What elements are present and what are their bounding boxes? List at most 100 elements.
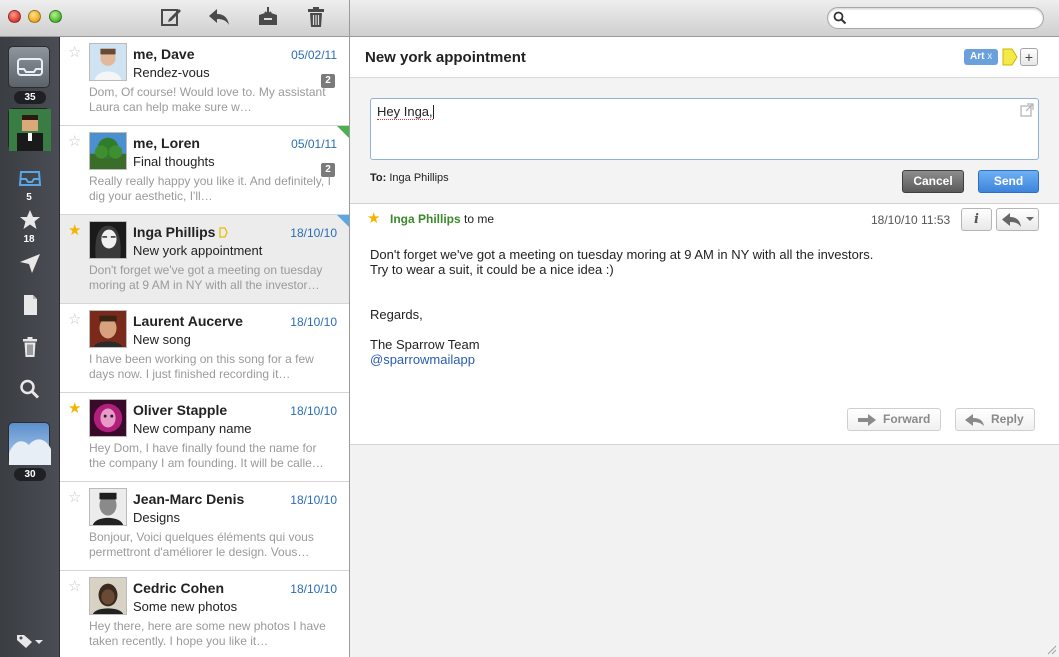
avatar xyxy=(89,43,127,81)
inbox-folder[interactable] xyxy=(18,168,42,190)
sent-folder[interactable] xyxy=(18,252,42,274)
body-regards: Regards, xyxy=(370,307,423,322)
message-subject: New song xyxy=(133,332,191,347)
text-caret xyxy=(433,105,434,119)
star-toggle[interactable]: ☆ xyxy=(68,45,81,60)
reply-icon xyxy=(965,414,984,426)
reply-menu-button[interactable] xyxy=(996,208,1039,231)
label-corner xyxy=(337,215,349,227)
inbox-icon xyxy=(18,171,42,186)
add-label-button[interactable]: + xyxy=(1020,48,1038,66)
message-sender: Oliver Stapple xyxy=(133,402,228,418)
message-date: 05/02/11 xyxy=(291,48,337,62)
cancel-button[interactable]: Cancel xyxy=(902,170,964,193)
sender-name: Inga Phillips xyxy=(133,224,216,240)
list-item[interactable]: ★ Oliver Stapple 18/10/10 New company na… xyxy=(60,393,349,482)
star-toggle[interactable]: ★ xyxy=(68,223,81,238)
close-window-button[interactable] xyxy=(8,10,21,23)
message-subject: Final thoughts xyxy=(133,154,215,169)
sender-name[interactable]: Inga Phillips xyxy=(390,212,461,226)
message-body: Don't forget we've got a meeting on tues… xyxy=(370,247,1030,367)
list-item[interactable]: ☆ me, Dave 05/02/11 Rendez-vous 2 Dom, O… xyxy=(60,37,349,126)
message-subject: Designs xyxy=(133,510,180,525)
starred-folder[interactable] xyxy=(18,209,42,231)
list-item-selected[interactable]: ★ Inga Phillips 18/10/10 New york appoin… xyxy=(60,215,349,304)
info-button[interactable]: i xyxy=(961,208,992,231)
list-item[interactable]: ☆ Jean-Marc Denis 18/10/10 Designs Bonjo… xyxy=(60,482,349,571)
pane-divider[interactable] xyxy=(349,0,350,657)
search-field[interactable] xyxy=(827,7,1044,29)
body-signature: The Sparrow Team xyxy=(370,337,480,352)
to-value: Inga Phillips xyxy=(389,172,449,184)
label-tag[interactable]: Art x xyxy=(964,49,999,65)
reply-text-content: Hey Inga, xyxy=(377,104,433,119)
message-preview: I have been working on this song for a f… xyxy=(89,352,314,381)
message-preview: Hey Dom, I have finally found the name f… xyxy=(89,441,324,470)
mailbox-icon xyxy=(17,58,43,76)
message-date: 18/10/10 xyxy=(290,493,337,507)
star-icon xyxy=(20,210,40,229)
message-subject: New company name xyxy=(133,421,252,436)
mail-account-1[interactable] xyxy=(8,46,50,88)
message-list: ☆ me, Dave 05/02/11 Rendez-vous 2 Dom, O… xyxy=(60,37,349,657)
label-remove-button[interactable]: x xyxy=(987,51,992,62)
list-item[interactable]: ☆ Cedric Cohen 18/10/10 Some new photos … xyxy=(60,571,349,657)
avatar xyxy=(89,488,127,526)
message-sender: me, Loren xyxy=(133,135,200,151)
search-input[interactable] xyxy=(850,10,1035,26)
starred-count: 18 xyxy=(23,234,35,245)
list-item[interactable]: ☆ me, Loren 05/01/11 Final thoughts 2 Re… xyxy=(60,126,349,215)
tag-menu-button[interactable] xyxy=(16,633,44,649)
mail-account-2[interactable] xyxy=(8,108,51,151)
trash-icon xyxy=(308,7,324,27)
message-subject: Rendez-vous xyxy=(133,65,210,80)
send-button[interactable]: Send xyxy=(978,170,1039,193)
tag-flag-icon[interactable] xyxy=(1002,48,1018,66)
message-preview: Don't forget we've got a meeting on tues… xyxy=(89,263,323,292)
reply-textarea[interactable]: Hey Inga, xyxy=(370,98,1039,160)
star-toggle[interactable]: ★ xyxy=(367,209,380,227)
mail-account-3[interactable] xyxy=(8,422,51,465)
trash-folder[interactable] xyxy=(18,336,42,358)
message-sender: Cedric Cohen xyxy=(133,580,225,596)
reply-text: Hey Inga, xyxy=(377,104,433,120)
message-sender: Laurent Aucerve xyxy=(133,313,243,329)
signature-link[interactable]: @sparrowmailapp xyxy=(370,352,1030,367)
label-corner xyxy=(337,126,349,138)
star-toggle[interactable]: ☆ xyxy=(68,134,81,149)
forward-button[interactable]: Forward xyxy=(847,408,941,431)
reply-toolbar-button[interactable] xyxy=(207,6,233,30)
archive-button[interactable] xyxy=(256,6,282,30)
expand-icon[interactable] xyxy=(1020,103,1034,117)
resize-grip-icon[interactable] xyxy=(1045,643,1057,655)
message-sender: me, Dave xyxy=(133,46,195,62)
forward-label: Forward xyxy=(883,412,931,426)
body-line: Try to wear a suit, it could be a nice i… xyxy=(370,262,614,277)
recipient-line: To: Inga Phillips xyxy=(370,172,449,184)
reply-icon xyxy=(1002,213,1034,227)
message-preview: Really really happy you like it. And def… xyxy=(89,174,331,203)
drafts-folder[interactable] xyxy=(18,294,42,316)
compose-button[interactable] xyxy=(159,6,185,30)
list-item[interactable]: ☆ Laurent Aucerve 18/10/10 New song I ha… xyxy=(60,304,349,393)
account-unread-badge: 30 xyxy=(14,468,46,481)
zoom-window-button[interactable] xyxy=(49,10,62,23)
search-folder[interactable] xyxy=(18,378,42,400)
quick-reply-area: Hey Inga, To: Inga Phillips Cancel Send xyxy=(350,78,1059,204)
star-toggle[interactable]: ★ xyxy=(68,401,81,416)
list-toolbar xyxy=(0,0,349,37)
reading-pane: New york appointment Art x + Hey Inga, T… xyxy=(350,37,1059,657)
to-label: To: xyxy=(370,172,387,184)
draft-icon xyxy=(24,295,37,315)
message-date: 18/10/10 xyxy=(290,582,337,596)
avatar xyxy=(9,109,51,151)
tag-flag-icon xyxy=(219,227,229,238)
star-toggle[interactable]: ☆ xyxy=(68,490,81,505)
star-toggle[interactable]: ☆ xyxy=(68,312,81,327)
tag-icon xyxy=(17,635,43,648)
star-toggle[interactable]: ☆ xyxy=(68,579,81,594)
reply-button[interactable]: Reply xyxy=(955,408,1035,431)
delete-button[interactable] xyxy=(304,6,330,30)
minimize-window-button[interactable] xyxy=(28,10,41,23)
message-date: 18/10/10 xyxy=(290,226,337,240)
